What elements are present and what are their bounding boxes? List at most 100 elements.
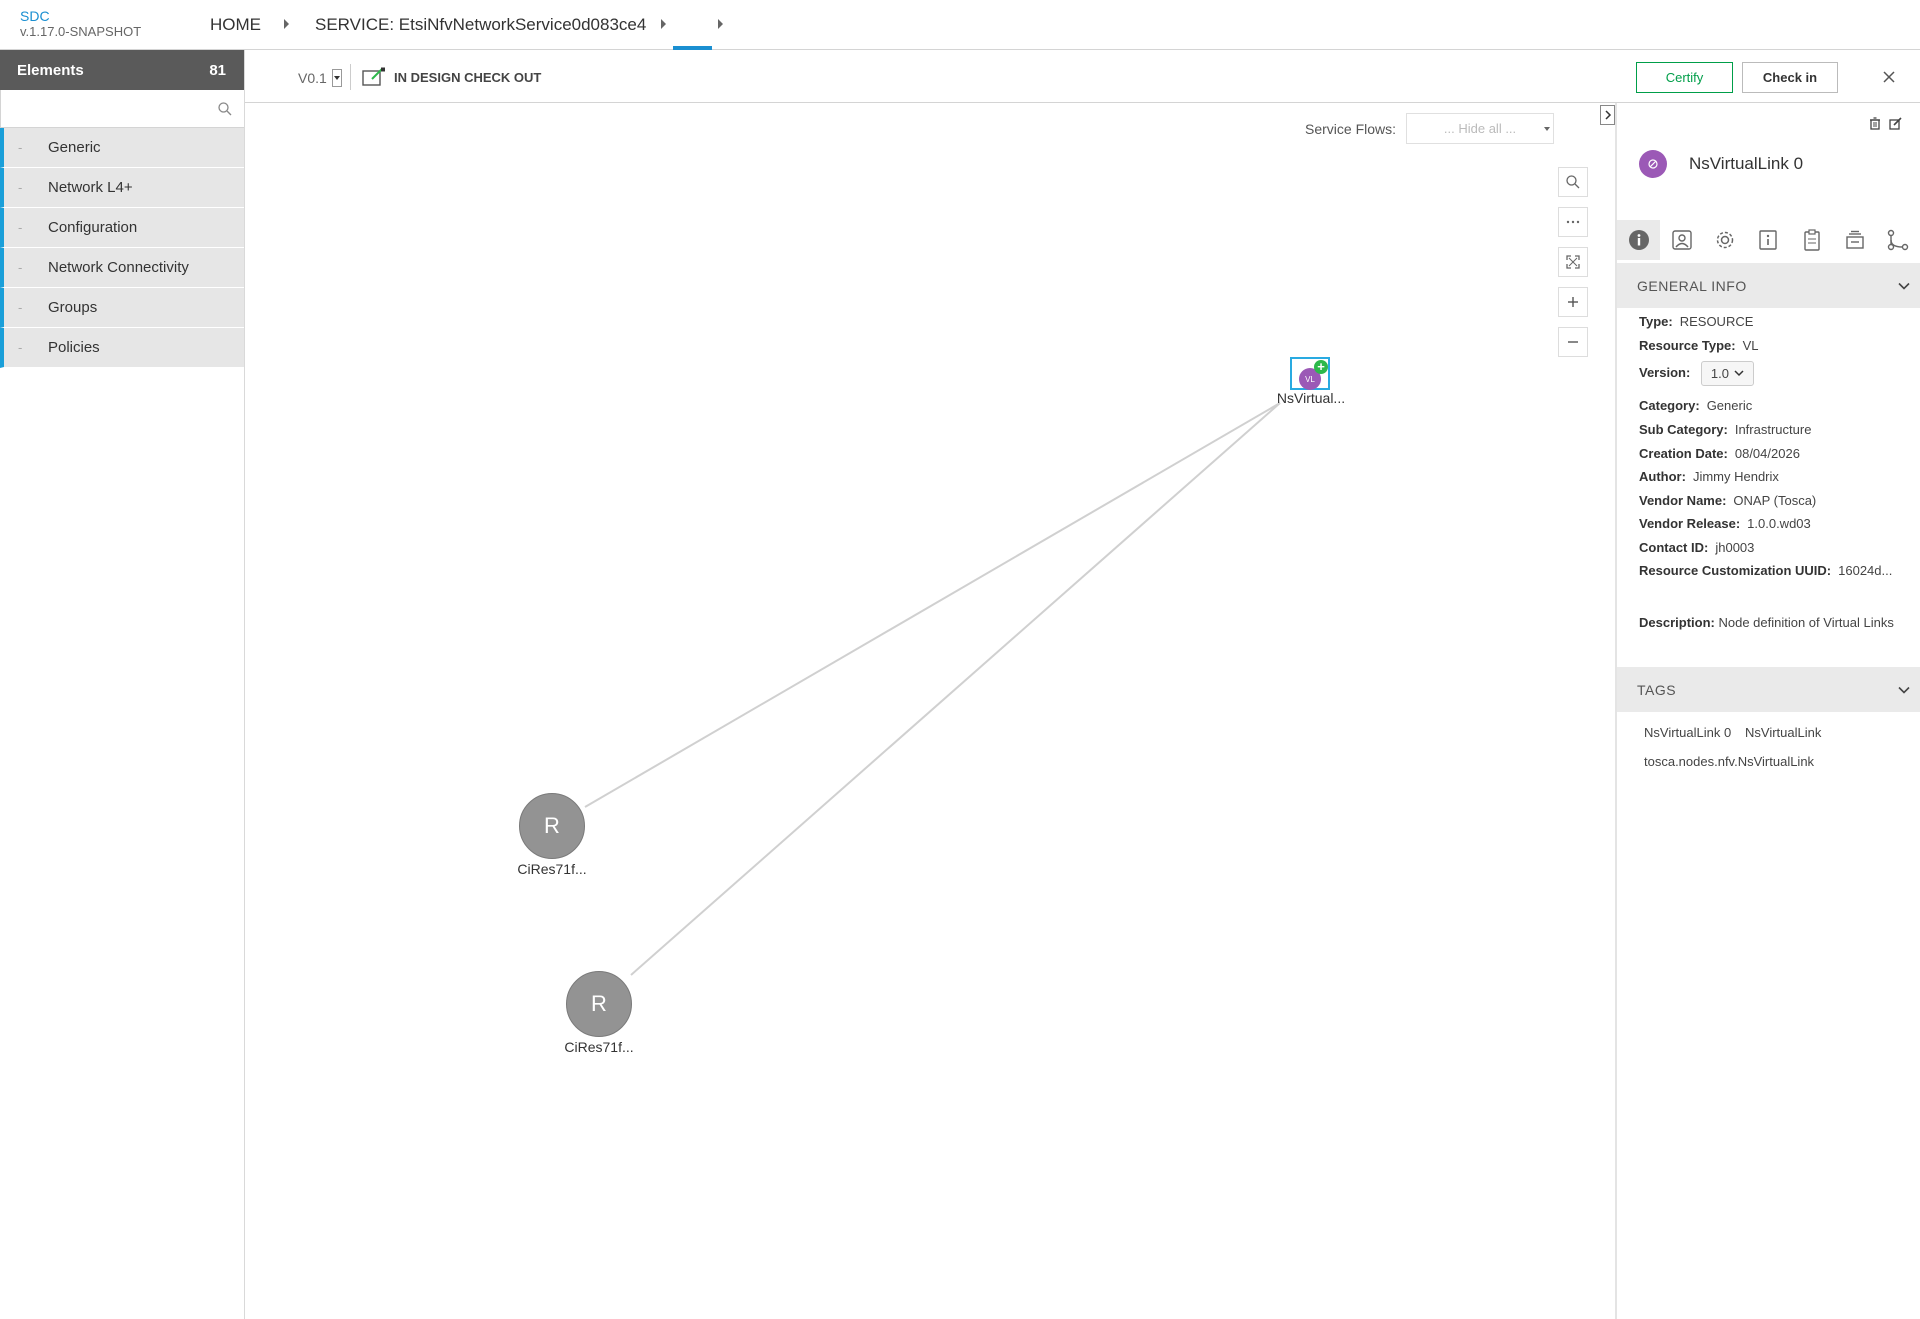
tab-relations[interactable] (1877, 220, 1920, 260)
palette-group-network-connectivity[interactable]: - Network Connectivity (0, 248, 244, 288)
palette-group-network-l4[interactable]: - Network L4+ (0, 168, 244, 208)
breadcrumb-current-tab[interactable] (673, 10, 712, 44)
search-icon (1566, 175, 1580, 189)
zoom-out-button[interactable] (1558, 327, 1588, 357)
palette-header: Elements 81 (0, 50, 244, 90)
palette-group-groups[interactable]: - Groups (0, 288, 244, 328)
service-flows-label: Service Flows: (1305, 120, 1397, 137)
version-selector[interactable]: V0.1 (298, 69, 342, 87)
version-value: V0.1 (298, 70, 327, 86)
lifecycle-status: IN DESIGN CHECK OUT (362, 67, 541, 87)
close-icon[interactable] (1881, 69, 1897, 85)
palette-group-label: Generic (48, 139, 101, 156)
info-description: Description: Node definition of Virtual … (1639, 613, 1904, 632)
component-type-icon (1639, 150, 1667, 178)
info-vendor-name: Vendor Name: ONAP (Tosca) (1639, 493, 1817, 508)
tab-api-artifacts[interactable] (1833, 220, 1876, 260)
component-name: NsVirtualLink 0 (1689, 154, 1804, 173)
edit-icon[interactable] (1889, 117, 1902, 130)
collapse-dash-icon: - (18, 260, 23, 275)
check-in-button[interactable]: Check in (1742, 62, 1838, 93)
info-customization-uuid: Resource Customization UUID: 16024d... (1639, 563, 1893, 578)
tags-section-header[interactable]: TAGS (1617, 667, 1920, 712)
description-label: Description: (1639, 615, 1715, 630)
tab-general-info[interactable] (1617, 220, 1661, 260)
tab-deployment-artifacts[interactable] (1660, 220, 1703, 260)
chevron-down-icon[interactable] (331, 69, 342, 87)
general-info-section-header[interactable]: GENERAL INFO (1617, 263, 1920, 308)
info-resource-type: Resource Type: VL (1639, 338, 1759, 353)
collapse-dash-icon: - (18, 180, 23, 195)
node-cires-2[interactable]: R (566, 971, 632, 1037)
details-panel: NsVirtualLink 0 GENERAL INFO Type: RESOU… (1615, 103, 1920, 1319)
tab-properties[interactable] (1704, 220, 1747, 260)
breadcrumb-separator-icon[interactable] (661, 19, 666, 29)
chevron-down-icon (1898, 282, 1910, 290)
tab-information-artifacts[interactable] (1747, 220, 1790, 260)
collapse-dash-icon: - (18, 300, 23, 315)
checkout-edit-icon (362, 67, 385, 86)
node-label: NsVirtual... (1276, 390, 1346, 406)
panel-actions (1869, 117, 1902, 130)
service-flows-dropdown[interactable]: ... Hide all ... (1406, 113, 1555, 144)
palette-search (0, 90, 244, 128)
breadcrumb-service[interactable]: SERVICE: EtsiNfvNetworkService0d083ce4 (315, 15, 646, 35)
relations-icon (1888, 229, 1909, 251)
canvas-search-button[interactable] (1558, 167, 1588, 197)
chevron-down-icon (1898, 686, 1910, 694)
info-filled-icon (1628, 230, 1649, 250)
palette-count: 81 (209, 61, 226, 79)
relation-edge[interactable] (630, 402, 1281, 976)
general-info-title: GENERAL INFO (1637, 277, 1747, 294)
workspace-toolbar: V0.1 IN DESIGN CHECK OUT Certify Check i… (245, 50, 1920, 103)
artifacts-icon (1672, 230, 1692, 250)
fit-to-screen-button[interactable] (1558, 247, 1588, 277)
version-dropdown[interactable]: 1.0 (1700, 361, 1754, 386)
palette-group-generic[interactable]: - Generic (0, 128, 244, 168)
graph-edges (584, 402, 1281, 976)
brand-logo[interactable]: SDC v.1.17.0-SNAPSHOT (20, 9, 142, 40)
tag-item: NsVirtualLink (1745, 725, 1822, 740)
brand-version: v.1.17.0-SNAPSHOT (20, 24, 142, 39)
canvas-more-button[interactable] (1558, 207, 1588, 237)
collapse-dash-icon: - (18, 140, 23, 155)
breadcrumb-home[interactable]: HOME (210, 15, 261, 35)
certify-button[interactable]: Certify (1636, 62, 1733, 93)
service-flows-filter: Service Flows: ... Hide all ... (1305, 113, 1555, 144)
node-label: CiRes71f... (517, 861, 587, 877)
collapse-dash-icon: - (18, 220, 23, 235)
relation-edge[interactable] (584, 402, 1281, 808)
palette-group-label: Policies (48, 339, 100, 356)
trash-icon[interactable] (1869, 117, 1881, 130)
layers-icon (1846, 230, 1864, 249)
collapse-dash-icon: - (18, 340, 23, 355)
info-contact-id: Contact ID: jh0003 (1639, 540, 1755, 555)
palette-group-policies[interactable]: - Policies (0, 328, 244, 368)
zoom-in-button[interactable] (1558, 287, 1588, 317)
tags-title: TAGS (1637, 681, 1677, 698)
node-cires-1[interactable]: R (519, 793, 585, 859)
breadcrumb-separator-icon[interactable] (718, 19, 723, 29)
composition-canvas[interactable]: Service Flows: ... Hide all ... VL + NsV… (245, 103, 1615, 1319)
breadcrumb-separator-icon[interactable] (284, 19, 289, 29)
top-navigation-bar: SDC v.1.17.0-SNAPSHOT HOME SERVICE: Etsi… (0, 0, 1920, 50)
info-sub-category: Sub Category: Infrastructure (1639, 422, 1812, 437)
node-selection-box: VL + (1290, 357, 1330, 390)
tag-item: NsVirtualLink 0 (1644, 725, 1732, 740)
palette-group-configuration[interactable]: - Configuration (0, 208, 244, 248)
info-square-icon (1759, 230, 1778, 250)
version-dropdown-value: 1.0 (1710, 366, 1729, 381)
clipboard-icon (1804, 229, 1820, 251)
tab-requirements[interactable] (1790, 220, 1833, 260)
palette-search-input[interactable] (1, 90, 244, 127)
info-version: Version: 1.0 (1639, 361, 1754, 386)
toggle-details-panel-button[interactable] (1600, 105, 1615, 125)
palette-group-label: Network Connectivity (48, 259, 189, 276)
node-label: CiRes71f... (564, 1039, 634, 1055)
info-type: Type: RESOURCE (1639, 314, 1754, 329)
gear-icon (1716, 231, 1734, 249)
elements-palette: Elements 81 - Generic - Network L4+ - Co… (0, 50, 245, 1319)
search-icon[interactable] (218, 102, 232, 116)
info-creation-date: Creation Date: 08/04/2026 (1639, 446, 1800, 461)
add-relation-plus-icon[interactable]: + (1314, 360, 1328, 374)
